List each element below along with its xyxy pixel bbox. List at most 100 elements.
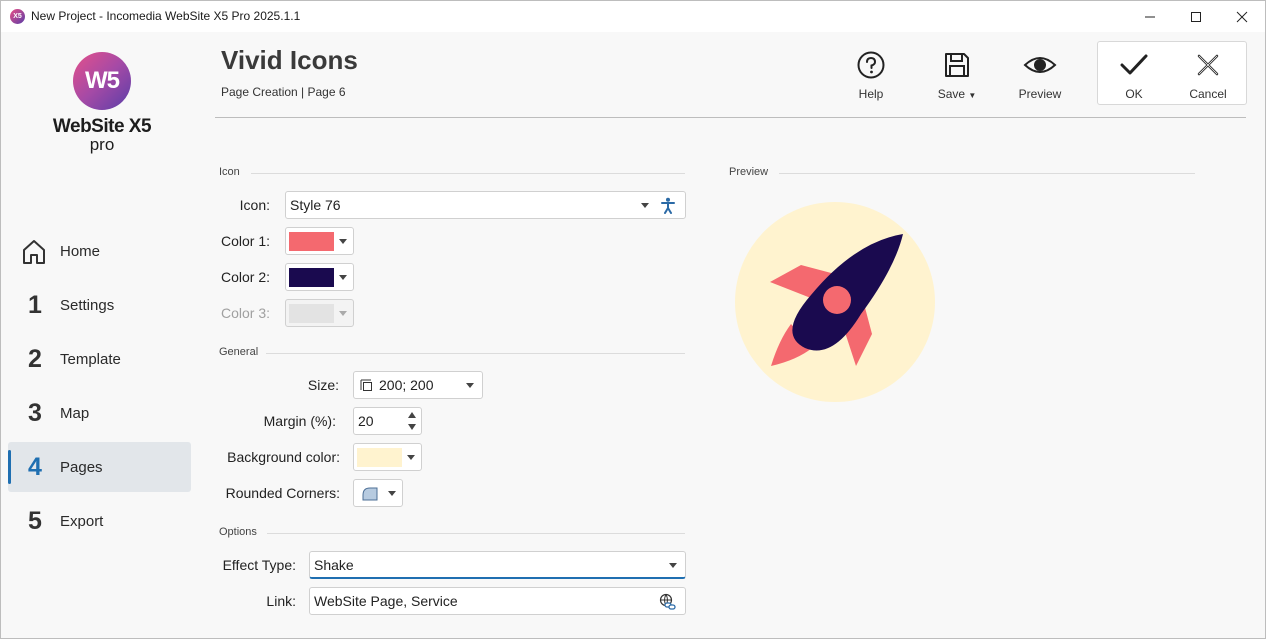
rocket-icon	[735, 202, 935, 402]
breadcrumb: Page Creation | Page 6	[221, 85, 346, 99]
sidebar-item-export[interactable]: 5 Export	[8, 496, 191, 546]
color1-label: Color 1:	[220, 233, 270, 249]
link-field[interactable]: WebSite Page, Service	[309, 587, 686, 615]
sidebar-item-number: 2	[28, 344, 42, 373]
header-divider	[215, 117, 1246, 118]
link-globe-icon[interactable]	[659, 593, 677, 611]
color3-label: Color 3:	[220, 305, 270, 321]
chevron-down-icon	[388, 491, 396, 496]
sidebar-item-label: Pages	[60, 458, 103, 476]
maximize-icon	[1191, 11, 1201, 22]
window-title: New Project - Incomedia WebSite X5 Pro 2…	[31, 9, 301, 23]
chevron-down-icon: ▼	[968, 91, 977, 100]
color2-picker[interactable]	[285, 263, 354, 291]
sidebar-item-number: 5	[28, 506, 42, 535]
section-heading-icon: Icon	[219, 166, 240, 178]
link-label: Link:	[266, 593, 296, 609]
logo-edition: pro	[89, 135, 115, 154]
sidebar-item-pages[interactable]: 4 Pages	[8, 442, 191, 492]
chevron-down-icon	[641, 203, 649, 208]
sidebar-item-settings[interactable]: 1 Settings	[8, 280, 191, 330]
sidebar-item-label: Template	[60, 350, 121, 368]
size-value: 200; 200	[379, 377, 434, 393]
chevron-down-icon	[466, 383, 474, 388]
section-heading-options: Options	[219, 526, 257, 538]
app-icon: X5	[10, 9, 25, 24]
color1-swatch	[289, 232, 334, 251]
sidebar-item-label: Export	[60, 512, 104, 530]
eye-icon	[1023, 57, 1057, 73]
link-value: WebSite Page, Service	[314, 593, 458, 609]
help-button[interactable]: Help	[836, 49, 906, 101]
preview-label: Preview	[1018, 87, 1062, 101]
sidebar-item-label: Settings	[60, 296, 115, 314]
sidebar: W5 WebSite X5 pro Home 1 Settings 2 Temp…	[1, 32, 199, 638]
chevron-down-icon	[669, 563, 677, 568]
preview-button[interactable]: Preview	[1005, 49, 1075, 101]
color1-picker[interactable]	[285, 227, 354, 255]
size-label: Size:	[307, 377, 339, 393]
stepper-up-icon[interactable]	[408, 412, 416, 418]
margin-stepper[interactable]: 20	[353, 407, 422, 435]
cancel-label: Cancel	[1189, 87, 1227, 101]
sidebar-item-number: 4	[28, 452, 42, 481]
sidebar-item-template[interactable]: 2 Template	[8, 334, 191, 384]
size-select[interactable]: 200; 200	[353, 371, 483, 399]
icon-preview	[735, 202, 935, 402]
sidebar-item-home[interactable]: Home	[8, 226, 191, 276]
help-icon	[857, 51, 885, 79]
sidebar-item-number: 3	[28, 398, 42, 427]
cancel-icon	[1197, 54, 1219, 76]
ok-label: OK	[1125, 87, 1143, 101]
ok-button[interactable]: OK	[1099, 49, 1169, 101]
sidebar-item-map[interactable]: 3 Map	[8, 388, 191, 438]
app-window: X5 New Project - Incomedia WebSite X5 Pr…	[0, 0, 1266, 639]
save-button[interactable]: Save ▼	[922, 49, 992, 101]
save-icon	[945, 53, 969, 77]
icon-style-value: Style 76	[290, 197, 341, 213]
color2-swatch	[289, 268, 334, 287]
home-icon	[23, 240, 45, 264]
sidebar-item-label: Home	[60, 242, 101, 260]
margin-value: 20	[358, 413, 374, 429]
save-label: Save ▼	[937, 87, 977, 101]
color3-swatch	[289, 304, 334, 323]
chevron-down-icon	[339, 239, 347, 244]
background-color-picker[interactable]	[353, 443, 422, 471]
color2-label: Color 2:	[220, 269, 270, 285]
stepper-down-icon[interactable]	[408, 424, 416, 430]
section-heading-preview: Preview	[729, 166, 769, 178]
rounded-corners-label: Rounded Corners:	[225, 485, 340, 501]
chevron-down-icon	[407, 455, 415, 460]
rounded-corner-icon	[362, 487, 378, 501]
background-color-swatch	[357, 448, 402, 467]
effect-type-select[interactable]: Shake	[309, 551, 686, 579]
color3-picker	[285, 299, 354, 327]
minimize-button[interactable]	[1127, 1, 1173, 32]
chevron-down-icon	[339, 311, 347, 316]
cancel-button[interactable]: Cancel	[1173, 49, 1243, 101]
icon-label: Icon:	[239, 197, 270, 213]
checkmark-icon	[1120, 54, 1148, 75]
rounded-corners-select[interactable]	[353, 479, 403, 507]
sidebar-item-number: 1	[28, 290, 42, 319]
title-bar: X5 New Project - Incomedia WebSite X5 Pr…	[1, 1, 1265, 32]
close-window-button[interactable]	[1219, 1, 1265, 32]
background-color-label: Background color:	[227, 449, 340, 465]
resize-icon	[360, 379, 372, 391]
icon-style-select[interactable]: Style 76	[285, 191, 686, 219]
section-divider	[266, 353, 685, 354]
maximize-button[interactable]	[1173, 1, 1219, 32]
sidebar-item-label: Map	[60, 404, 90, 422]
section-divider	[251, 173, 685, 174]
section-divider	[267, 533, 685, 534]
chevron-down-icon	[339, 275, 347, 280]
section-divider	[779, 173, 1195, 174]
effect-type-value: Shake	[314, 556, 354, 573]
logo-badge: W5	[73, 52, 131, 110]
effect-type-label: Effect Type:	[222, 557, 296, 573]
page-title: Vivid Icons	[221, 45, 358, 75]
accessibility-icon[interactable]	[660, 197, 676, 214]
minimize-icon	[1145, 16, 1155, 17]
close-icon	[1236, 11, 1248, 22]
